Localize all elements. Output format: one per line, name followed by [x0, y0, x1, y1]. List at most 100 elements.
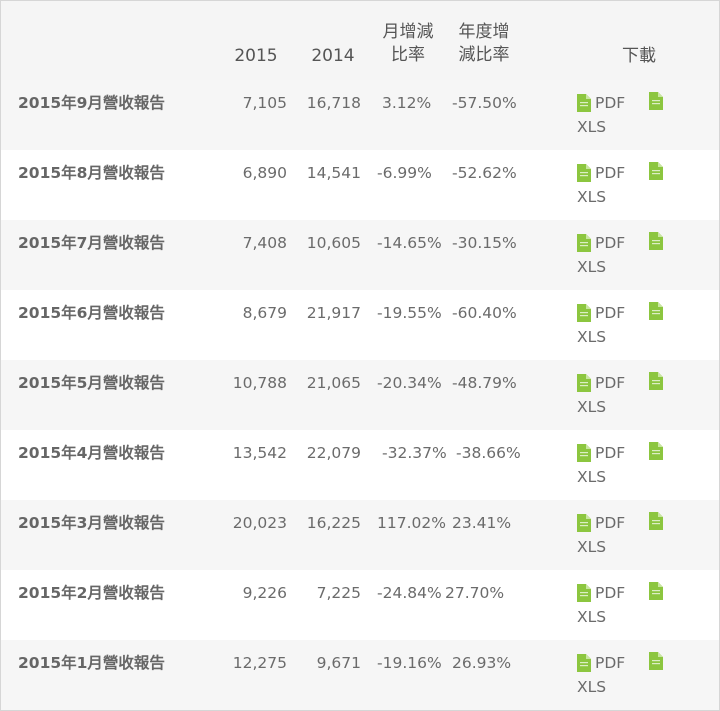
revenue-2014: 22,079: [306, 444, 361, 462]
file-icon[interactable]: [649, 652, 663, 670]
revenue-2015: 13,542: [232, 444, 287, 462]
pdf-download-link[interactable]: PDF: [577, 302, 625, 324]
header-2015: 2015: [234, 46, 278, 66]
revenue-2014: 21,917: [306, 304, 361, 322]
yearly-change-rate: -60.40%: [452, 304, 517, 322]
pdf-download-link[interactable]: PDF: [577, 442, 625, 464]
header-yoy-rate: 年度增 減比率: [458, 22, 510, 65]
download-links: PDF XLS: [577, 302, 697, 350]
revenue-2015: 7,408: [242, 234, 287, 252]
table-row: 2015年7月營收報告 7,408 10,605 -14.65% -30.15%…: [1, 220, 719, 290]
pdf-label: PDF: [595, 514, 626, 532]
yearly-change-rate: -57.50%: [452, 94, 517, 112]
table-row: 2015年1月營收報告 12,275 9,671 -19.16% 26.93% …: [1, 640, 719, 710]
table-row: 2015年3月營收報告 20,023 16,225 117.02% 23.41%…: [1, 500, 719, 570]
revenue-2014: 7,225: [316, 584, 361, 602]
pdf-label: PDF: [595, 654, 626, 672]
file-icon[interactable]: [649, 92, 663, 110]
file-icon[interactable]: [649, 442, 663, 460]
xls-download-link[interactable]: XLS: [577, 186, 606, 208]
yearly-change-rate: -48.79%: [452, 374, 517, 392]
file-icon: [577, 514, 591, 532]
revenue-2014: 16,718: [306, 94, 361, 112]
pdf-download-link[interactable]: PDF: [577, 582, 625, 604]
yearly-change-rate: 27.70%: [445, 584, 505, 602]
pdf-label: PDF: [595, 374, 626, 392]
revenue-2015: 8,679: [242, 304, 287, 322]
revenue-2015: 7,105: [242, 94, 287, 112]
xls-download-link[interactable]: XLS: [577, 466, 606, 488]
monthly-change-rate: -32.37%: [382, 444, 447, 462]
monthly-change-rate: -20.34%: [377, 374, 442, 392]
pdf-download-link[interactable]: PDF: [577, 372, 625, 394]
report-title[interactable]: 2015年1月營收報告: [18, 653, 165, 673]
pdf-download-link[interactable]: PDF: [577, 162, 625, 184]
xls-download-link[interactable]: XLS: [577, 326, 606, 348]
download-links: PDF XLS: [577, 232, 697, 280]
file-icon[interactable]: [649, 302, 663, 320]
revenue-2014: 21,065: [306, 374, 361, 392]
yearly-change-rate: 23.41%: [452, 514, 512, 532]
revenue-2015: 9,226: [242, 584, 287, 602]
table-row: 2015年6月營收報告 8,679 21,917 -19.55% -60.40%…: [1, 290, 719, 360]
pdf-label: PDF: [595, 234, 626, 252]
monthly-change-rate: -14.65%: [377, 234, 442, 252]
table-header: 2015 2014 月增減 比率 年度增 減比率 下載: [1, 1, 719, 80]
download-links: PDF XLS: [577, 582, 697, 630]
header-mom-rate: 月增減 比率: [382, 22, 434, 65]
xls-download-link[interactable]: XLS: [577, 116, 606, 138]
xls-download-link[interactable]: XLS: [577, 256, 606, 278]
revenue-2014: 10,605: [306, 234, 361, 252]
download-links: PDF XLS: [577, 652, 697, 700]
report-title[interactable]: 2015年9月營收報告: [18, 93, 165, 113]
file-icon[interactable]: [649, 232, 663, 250]
monthly-change-rate: -6.99%: [377, 164, 432, 182]
file-icon[interactable]: [649, 372, 663, 390]
download-links: PDF XLS: [577, 512, 697, 560]
pdf-label: PDF: [595, 444, 626, 462]
report-title[interactable]: 2015年4月營收報告: [18, 443, 165, 463]
yearly-change-rate: -30.15%: [452, 234, 517, 252]
xls-download-link[interactable]: XLS: [577, 536, 606, 558]
revenue-2015: 20,023: [232, 514, 287, 532]
revenue-2014: 16,225: [306, 514, 361, 532]
file-icon: [577, 304, 591, 322]
file-icon: [577, 374, 591, 392]
pdf-download-link[interactable]: PDF: [577, 232, 625, 254]
header-2014: 2014: [311, 46, 355, 66]
report-title[interactable]: 2015年8月營收報告: [18, 163, 165, 183]
report-title[interactable]: 2015年7月營收報告: [18, 233, 165, 253]
pdf-label: PDF: [595, 584, 626, 602]
xls-download-link[interactable]: XLS: [577, 606, 606, 628]
file-icon[interactable]: [649, 512, 663, 530]
yearly-change-rate: -38.66%: [456, 444, 521, 462]
file-icon: [577, 654, 591, 672]
report-title[interactable]: 2015年3月營收報告: [18, 513, 165, 533]
file-icon: [577, 444, 591, 462]
pdf-download-link[interactable]: PDF: [577, 92, 625, 114]
monthly-change-rate: 117.02%: [377, 514, 446, 532]
file-icon: [577, 584, 591, 602]
xls-download-link[interactable]: XLS: [577, 396, 606, 418]
report-title[interactable]: 2015年2月營收報告: [18, 583, 165, 603]
revenue-2015: 10,788: [232, 374, 287, 392]
pdf-label: PDF: [595, 164, 626, 182]
yearly-change-rate: -52.62%: [452, 164, 517, 182]
file-icon: [577, 94, 591, 112]
table-row: 2015年5月營收報告 10,788 21,065 -20.34% -48.79…: [1, 360, 719, 430]
pdf-download-link[interactable]: PDF: [577, 652, 625, 674]
table-row: 2015年9月營收報告 7,105 16,718 3.12% -57.50% P…: [1, 80, 719, 150]
file-icon[interactable]: [649, 582, 663, 600]
pdf-download-link[interactable]: PDF: [577, 512, 625, 534]
xls-download-link[interactable]: XLS: [577, 676, 606, 698]
pdf-label: PDF: [595, 304, 626, 322]
file-icon: [577, 234, 591, 252]
revenue-2014: 14,541: [306, 164, 361, 182]
report-title[interactable]: 2015年6月營收報告: [18, 303, 165, 323]
download-links: PDF XLS: [577, 92, 697, 140]
file-icon[interactable]: [649, 162, 663, 180]
report-title[interactable]: 2015年5月營收報告: [18, 373, 165, 393]
monthly-change-rate: -19.16%: [377, 654, 442, 672]
table-row: 2015年8月營收報告 6,890 14,541 -6.99% -52.62% …: [1, 150, 719, 220]
revenue-2015: 12,275: [232, 654, 287, 672]
